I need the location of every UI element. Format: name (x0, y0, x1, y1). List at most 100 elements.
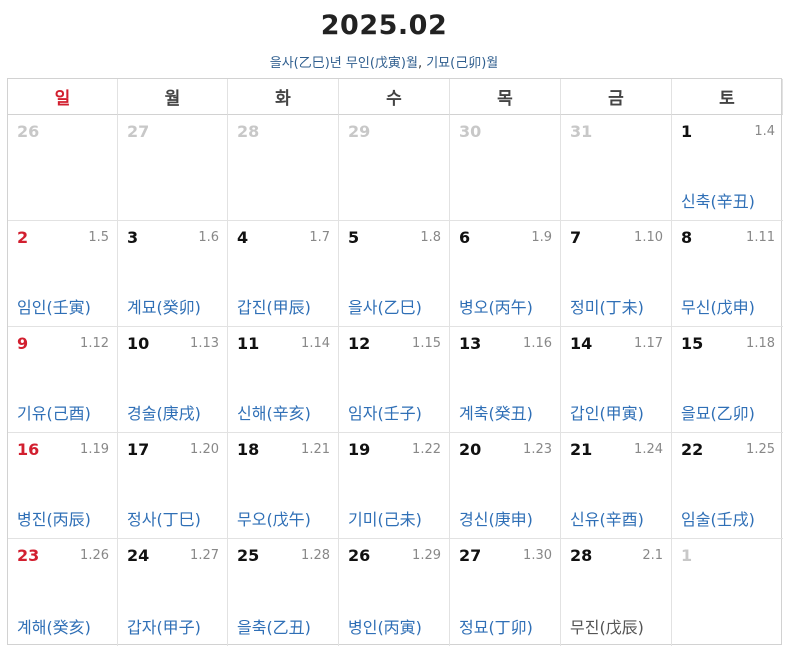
lunar-date: 1.20 (190, 442, 219, 457)
lunar-date: 1.23 (523, 442, 552, 457)
weekday-thu: 목 (450, 79, 561, 115)
day-ganzhi: 정묘(丁卯) (459, 618, 533, 637)
day-cell[interactable]: 29 (339, 115, 450, 221)
lunar-date: 1.13 (190, 336, 219, 351)
solar-date: 24 (127, 546, 150, 565)
day-cell[interactable]: 1 (672, 539, 783, 646)
day-cell[interactable]: 7 1.10 정미(丁未) (561, 221, 672, 327)
day-cell[interactable]: 17 1.20 정사(丁巳) (118, 433, 228, 539)
day-cell[interactable]: 1 1.4 신축(辛丑) (672, 115, 783, 221)
weekday-wed: 수 (339, 79, 450, 115)
day-cell[interactable]: 8 1.11 무신(戊申) (672, 221, 783, 327)
lunar-date: 1.14 (301, 336, 330, 351)
day-cell[interactable]: 22 1.25 임술(壬戌) (672, 433, 783, 539)
day-ganzhi: 기유(己酉) (17, 404, 91, 423)
solar-date: 17 (127, 440, 150, 459)
day-cell[interactable]: 2 1.5 임인(壬寅) (8, 221, 118, 327)
lunar-date: 1.28 (301, 548, 330, 563)
solar-date: 27 (459, 546, 482, 565)
day-cell[interactable]: 11 1.14 신해(辛亥) (228, 327, 339, 433)
day-ganzhi: 정사(丁巳) (127, 510, 201, 529)
day-cell[interactable]: 18 1.21 무오(戊午) (228, 433, 339, 539)
solar-date: 22 (681, 440, 704, 459)
day-ganzhi: 정미(丁未) (570, 298, 644, 317)
solar-date: 1 (681, 122, 693, 141)
lunar-date: 1.18 (746, 336, 775, 351)
lunar-date: 1.11 (746, 230, 775, 245)
weekday-fri: 금 (561, 79, 672, 115)
day-cell[interactable]: 30 (450, 115, 561, 221)
day-cell[interactable]: 15 1.18 을묘(乙卯) (672, 327, 783, 433)
solar-date: 9 (17, 334, 29, 353)
lunar-date: 1.10 (634, 230, 663, 245)
solar-date: 2 (17, 228, 29, 247)
month-title: 2025.02 (320, 10, 448, 41)
day-ganzhi: 경신(庚申) (459, 510, 533, 529)
day-cell[interactable]: 28 2.1 무진(戊辰) (561, 539, 672, 646)
day-ganzhi: 병인(丙寅) (348, 618, 422, 637)
day-cell[interactable]: 10 1.13 경술(庚戌) (118, 327, 228, 433)
solar-date: 27 (127, 122, 150, 141)
day-cell[interactable]: 14 1.17 갑인(甲寅) (561, 327, 672, 433)
day-cell[interactable]: 3 1.6 계묘(癸卯) (118, 221, 228, 327)
day-ganzhi: 경술(庚戌) (127, 404, 201, 423)
day-cell[interactable]: 13 1.16 계축(癸丑) (450, 327, 561, 433)
lunar-date: 1.27 (190, 548, 219, 563)
solar-date: 23 (17, 546, 40, 565)
day-cell[interactable]: 5 1.8 을사(乙巳) (339, 221, 450, 327)
day-cell[interactable]: 26 1.29 병인(丙寅) (339, 539, 450, 646)
solar-date: 30 (459, 122, 482, 141)
day-cell[interactable]: 19 1.22 기미(己未) (339, 433, 450, 539)
day-ganzhi: 임인(壬寅) (17, 298, 91, 317)
weekday-mon: 월 (118, 79, 228, 115)
day-cell[interactable]: 9 1.12 기유(己酉) (8, 327, 118, 433)
day-cell[interactable]: 20 1.23 경신(庚申) (450, 433, 561, 539)
ganzhi-summary: 을사(乙巳)년 무인(戊寅)월, 기묘(己卯)월 (0, 52, 768, 71)
lunar-date: 1.21 (301, 442, 330, 457)
weekday-tue: 화 (228, 79, 339, 115)
solar-date: 7 (570, 228, 582, 247)
day-ganzhi: 신해(辛亥) (237, 404, 311, 423)
day-cell[interactable]: 31 (561, 115, 672, 221)
day-cell[interactable]: 12 1.15 임자(壬子) (339, 327, 450, 433)
solar-date: 31 (570, 122, 593, 141)
day-cell[interactable]: 4 1.7 갑진(甲辰) (228, 221, 339, 327)
day-cell[interactable]: 27 1.30 정묘(丁卯) (450, 539, 561, 646)
lunar-date: 1.5 (88, 230, 109, 245)
lunar-date: 2.1 (642, 548, 663, 563)
year-ganzhi: 을사(乙巳)년 (269, 56, 342, 71)
day-cell[interactable]: 23 1.26 계해(癸亥) (8, 539, 118, 646)
solar-date: 12 (348, 334, 371, 353)
day-cell[interactable]: 26 (8, 115, 118, 221)
day-cell[interactable]: 27 (118, 115, 228, 221)
solar-date: 28 (237, 122, 260, 141)
lunar-date: 1.6 (198, 230, 219, 245)
second-ganzhi: 기묘(己卯)월 (426, 56, 499, 71)
day-cell[interactable]: 25 1.28 을축(乙丑) (228, 539, 339, 646)
solar-date: 14 (570, 334, 593, 353)
day-ganzhi: 임술(壬戌) (681, 510, 755, 529)
solar-date: 3 (127, 228, 139, 247)
lunar-date: 1.24 (634, 442, 663, 457)
solar-date: 4 (237, 228, 249, 247)
day-cell[interactable]: 21 1.24 신유(辛酉) (561, 433, 672, 539)
day-ganzhi: 병오(丙午) (459, 298, 533, 317)
day-ganzhi: 무오(戊午) (237, 510, 311, 529)
day-cell[interactable]: 24 1.27 갑자(甲子) (118, 539, 228, 646)
lunar-date: 1.7 (309, 230, 330, 245)
day-ganzhi: 을사(乙巳) (348, 298, 422, 317)
day-cell[interactable]: 28 (228, 115, 339, 221)
solar-date: 15 (681, 334, 704, 353)
day-ganzhi: 무진(戊辰) (570, 618, 644, 637)
day-cell[interactable]: 16 1.19 병진(丙辰) (8, 433, 118, 539)
lunar-date: 1.26 (80, 548, 109, 563)
lunar-date: 1.16 (523, 336, 552, 351)
day-cell[interactable]: 6 1.9 병오(丙午) (450, 221, 561, 327)
day-ganzhi: 기미(己未) (348, 510, 422, 529)
lunar-date: 1.12 (80, 336, 109, 351)
solar-date: 11 (237, 334, 260, 353)
day-ganzhi: 갑자(甲子) (127, 618, 201, 637)
day-ganzhi: 무신(戊申) (681, 298, 755, 317)
solar-date: 1 (681, 546, 693, 565)
solar-date: 18 (237, 440, 260, 459)
